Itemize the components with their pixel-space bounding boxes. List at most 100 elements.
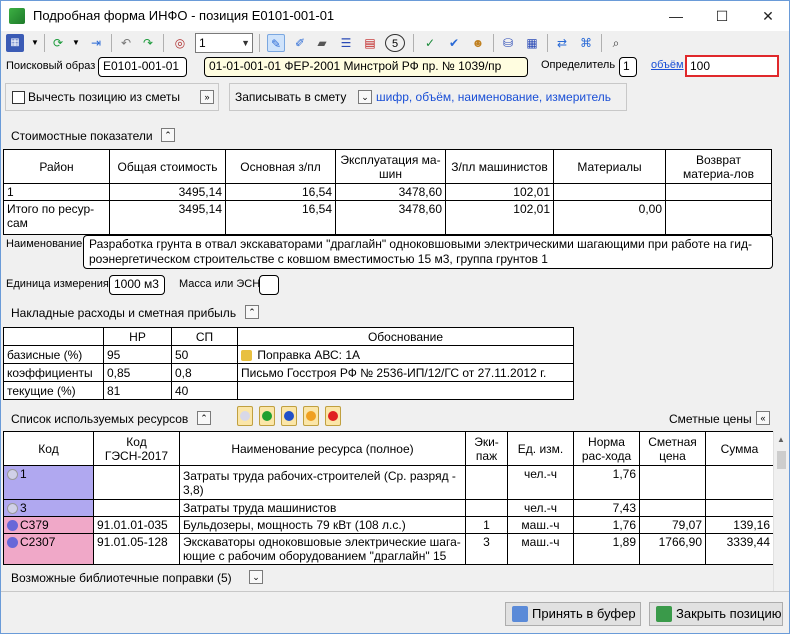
- table-cell: [93, 499, 180, 517]
- accept-to-buffer-button[interactable]: Принять в буфер: [505, 602, 641, 626]
- cost-collapse-button[interactable]: ⌃: [161, 128, 175, 142]
- grid-icon[interactable]: ▦: [6, 34, 24, 52]
- cost-header: Общая стоимость: [109, 149, 226, 184]
- table-row[interactable]: коэффициенты 0,85 0,8 Письмо Госстроя РФ…: [3, 363, 574, 382]
- table-row[interactable]: 1 3495,14 16,54 3478,60 102,01: [3, 183, 772, 201]
- table-row[interactable]: 3 Затраты труда машинистов чел.-ч 7,43: [3, 499, 774, 517]
- table-cell: 91.01.05-128: [93, 533, 180, 565]
- determinant-label: Определитель: [541, 59, 616, 71]
- list-icon[interactable]: ☰: [337, 34, 355, 52]
- resources-header: Сумма: [705, 431, 774, 466]
- table-cell: С379: [3, 516, 94, 534]
- library-label: Возможные библиотечные поправки (5): [11, 571, 232, 585]
- edit-icon[interactable]: ✐: [291, 34, 309, 52]
- swap-icon[interactable]: ⇄: [553, 34, 571, 52]
- filter-green-button[interactable]: [259, 406, 275, 426]
- cost-header: Основная з/пл: [225, 149, 336, 184]
- table-cell: [665, 183, 772, 201]
- table-icon[interactable]: ▦: [523, 34, 541, 52]
- pencil-icon[interactable]: ✎: [267, 34, 285, 52]
- name-label: Наименование: [6, 238, 83, 250]
- resources-header: Ед. изм.: [507, 431, 574, 466]
- book-icon[interactable]: ▤: [361, 34, 379, 52]
- table-cell: [639, 499, 706, 517]
- dropdown-arrow-icon[interactable]: ▼: [26, 34, 44, 52]
- level-select[interactable]: 1 ▼: [195, 33, 253, 53]
- table-cell: 7,43: [573, 499, 640, 517]
- resources-scrollbar[interactable]: ▲: [773, 431, 789, 591]
- resources-header: Сметная цена: [639, 431, 706, 466]
- table-cell: Затраты труда машинистов: [179, 499, 466, 517]
- volume-link[interactable]: объём: [651, 59, 684, 71]
- table-cell: 3495,14: [109, 200, 226, 235]
- person-icon[interactable]: ☻: [469, 34, 487, 52]
- table-cell: Итого по ресур-сам: [3, 200, 110, 235]
- resources-header: Наименование ресурса (полное): [179, 431, 466, 466]
- table-row[interactable]: С379 91.01.01-035 Бульдозеры, мощность 7…: [3, 516, 774, 534]
- subtract-expand-button[interactable]: »: [200, 90, 214, 104]
- resources-header: Код ГЭСН-2017: [93, 431, 180, 466]
- table-cell: [465, 499, 508, 517]
- table-cell: маш.-ч: [507, 533, 574, 565]
- dropdown-arrow-icon[interactable]: ▼: [67, 34, 85, 52]
- overhead-collapse-button[interactable]: ⌃: [245, 305, 259, 319]
- resources-header: Норма рас-хода: [573, 431, 640, 466]
- library-expand-button[interactable]: ⌄: [249, 570, 263, 584]
- cost-header: Эксплуатация ма-шин: [335, 149, 446, 184]
- check-icon[interactable]: ✔: [445, 34, 463, 52]
- table-cell: Поправка АВС: 1А: [237, 345, 574, 364]
- table-cell: [465, 465, 508, 500]
- mass-field[interactable]: [259, 275, 279, 295]
- refresh-icon[interactable]: ⟳: [49, 34, 67, 52]
- determinant-field[interactable]: 1: [619, 57, 637, 77]
- close-button[interactable]: ✕: [745, 1, 790, 31]
- search-icon[interactable]: ⌕: [607, 34, 625, 52]
- table-cell: маш.-ч: [507, 516, 574, 534]
- table-cell: 1,89: [573, 533, 640, 565]
- table-cell: 1: [465, 516, 508, 534]
- minimize-button[interactable]: —: [653, 1, 699, 31]
- write-value[interactable]: шифр, объём, наименование, измеритель: [376, 90, 611, 104]
- table-cell: 3478,60: [335, 200, 446, 235]
- calc-icon[interactable]: ✓: [421, 34, 439, 52]
- write-dropdown-button[interactable]: ⌄: [358, 90, 372, 104]
- buffer-icon: [512, 606, 528, 622]
- subtract-label: Вычесть позицию из сметы: [28, 90, 180, 104]
- undo-icon[interactable]: ↶: [117, 34, 135, 52]
- table-row[interactable]: Итого по ресур-сам 3495,14 16,54 3478,60…: [3, 200, 772, 235]
- close-position-button[interactable]: Закрыть позицию: [649, 602, 783, 626]
- tree-icon[interactable]: ⌘: [577, 34, 595, 52]
- unit-field[interactable]: 1000 м3: [109, 275, 165, 295]
- table-row[interactable]: 1 Затраты труда рабочих-строителей (Ср. …: [3, 465, 774, 500]
- filter-red-button[interactable]: [325, 406, 341, 426]
- pin-icon[interactable]: ⇥: [87, 34, 105, 52]
- table-cell: Затраты труда рабочих-строителей (Ср. ра…: [179, 465, 466, 500]
- comment-icon[interactable]: ▰: [313, 34, 331, 52]
- subtract-panel: Вычесть позицию из сметы »: [5, 83, 219, 111]
- five-icon[interactable]: 5: [385, 34, 405, 52]
- position-code-field[interactable]: Е0101-001-01: [98, 57, 187, 77]
- correction-icon: [241, 349, 252, 361]
- subtract-checkbox[interactable]: [12, 91, 25, 104]
- db-icon[interactable]: ⛁: [499, 34, 517, 52]
- globe-icon[interactable]: ◎: [171, 34, 189, 52]
- name-field[interactable]: Разработка грунта в отвал экскаваторами …: [83, 235, 773, 269]
- table-row[interactable]: базисные (%) 95 50 Поправка АВС: 1А: [3, 345, 574, 364]
- resources-header: Код: [3, 431, 94, 466]
- maximize-button[interactable]: ☐: [699, 1, 745, 31]
- filter-orange-button[interactable]: [303, 406, 319, 426]
- table-row[interactable]: текущие (%) 81 40: [3, 381, 574, 400]
- table-cell: 1,76: [573, 516, 640, 534]
- filter-white-button[interactable]: [237, 406, 253, 426]
- filter-blue-button[interactable]: [281, 406, 297, 426]
- volume-input[interactable]: 100: [685, 55, 779, 77]
- table-cell: [705, 465, 774, 500]
- table-cell: 0,8: [171, 363, 238, 382]
- overhead-table: НР СП Обоснование базисные (%) 95 50 Поп…: [3, 327, 574, 400]
- table-cell: [665, 200, 772, 235]
- source-field[interactable]: 01-01-001-01 ФЕР-2001 Минстрой РФ пр. № …: [204, 57, 528, 77]
- table-row[interactable]: С2307 91.01.05-128 Экскаваторы одноковшо…: [3, 533, 774, 565]
- prices-toggle-button[interactable]: «: [756, 411, 770, 425]
- resources-collapse-button[interactable]: ⌃: [197, 411, 211, 425]
- redo-icon[interactable]: ↷: [139, 34, 157, 52]
